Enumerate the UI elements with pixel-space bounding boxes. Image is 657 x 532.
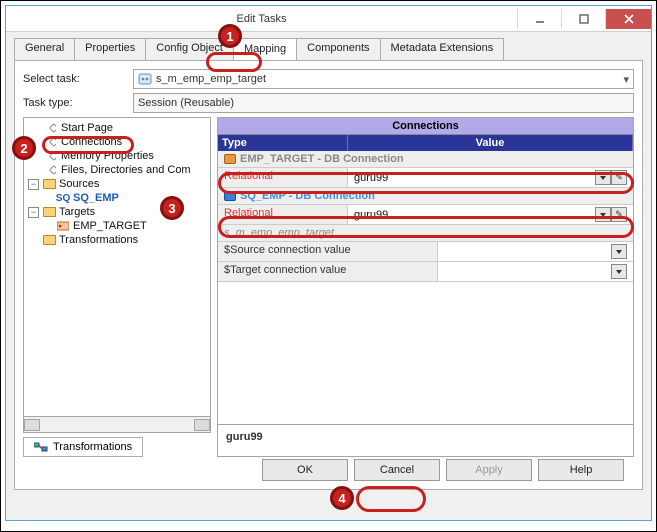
tab-components[interactable]: Components — [296, 38, 380, 60]
folder-icon — [42, 178, 56, 190]
tab-bar: General Properties Config Object Mapping… — [14, 38, 651, 60]
task-type-field: Session (Reusable) — [133, 93, 634, 113]
dropdown-button[interactable] — [611, 264, 627, 279]
target-icon — [56, 220, 70, 232]
callout-1: 1 — [218, 24, 242, 48]
tree-hscrollbar[interactable] — [23, 417, 211, 433]
select-task-value: s_m_emp_emp_target — [156, 73, 266, 85]
row-type: $Source connection value — [218, 242, 438, 261]
callout-ring-2 — [42, 136, 134, 154]
transformations-icon — [34, 441, 48, 453]
tab-properties[interactable]: Properties — [74, 38, 146, 60]
task-type-value: Session (Reusable) — [138, 97, 234, 109]
maximize-button[interactable] — [561, 9, 605, 29]
titlebar: Edit Tasks — [6, 6, 651, 32]
session-icon — [138, 72, 152, 86]
collapse-icon[interactable]: − — [28, 179, 39, 190]
callout-3: 3 — [160, 196, 184, 220]
col-value[interactable]: Value — [348, 135, 633, 151]
tree-item: EMP_TARGET — [24, 219, 210, 233]
dropdown-button[interactable] — [611, 244, 627, 259]
apply-button[interactable]: Apply — [446, 459, 532, 481]
callout-2: 2 — [12, 136, 36, 160]
select-task-combo[interactable]: s_m_emp_emp_target ▾ — [133, 69, 634, 89]
grid-row[interactable]: $Source connection value — [218, 242, 633, 262]
diamond-icon — [44, 164, 58, 176]
help-button[interactable]: Help — [538, 459, 624, 481]
tab-metadata-extensions[interactable]: Metadata Extensions — [380, 38, 505, 60]
cancel-button[interactable]: Cancel — [354, 459, 440, 481]
tab-general[interactable]: General — [14, 38, 75, 60]
col-type[interactable]: Type — [218, 135, 348, 151]
tree-item: Transformations — [24, 233, 210, 247]
tree-item-sources: −Sources — [24, 177, 210, 191]
row-type: $Target connection value — [218, 262, 438, 281]
task-type-label: Task type: — [23, 97, 133, 109]
select-task-label: Select task: — [23, 73, 133, 85]
mapping-tree[interactable]: Start Page Connections Memory Properties… — [23, 117, 211, 417]
target-icon — [224, 154, 236, 164]
folder-icon — [42, 234, 56, 246]
folder-icon — [42, 206, 56, 218]
chevron-down-icon: ▾ — [623, 73, 629, 86]
callout-ring-3a — [218, 172, 634, 194]
window-title: Edit Tasks — [6, 13, 517, 25]
connections-grid: Connections Type Value EMP_TARGET - DB C… — [217, 117, 634, 425]
minimize-button[interactable] — [517, 9, 561, 29]
grid-row[interactable]: $Target connection value — [218, 262, 633, 282]
subtab-transformations[interactable]: Transformations — [23, 437, 143, 457]
callout-ring-1 — [206, 52, 262, 72]
tree-item: Files, Directories and Com — [24, 163, 210, 177]
callout-4: 4 — [330, 486, 354, 510]
preview-pane: guru99 — [217, 425, 634, 457]
callout-ring-3b — [218, 216, 634, 238]
callout-ring-4 — [356, 486, 426, 512]
sq-icon: SQ — [56, 192, 70, 204]
tree-item: Start Page — [24, 121, 210, 135]
ok-button[interactable]: OK — [262, 459, 348, 481]
grid-section-header: EMP_TARGET - DB Connection — [218, 151, 633, 168]
diamond-icon — [44, 122, 58, 134]
collapse-icon[interactable]: − — [28, 207, 39, 218]
close-button[interactable] — [605, 9, 651, 29]
grid-title: Connections — [218, 118, 633, 135]
